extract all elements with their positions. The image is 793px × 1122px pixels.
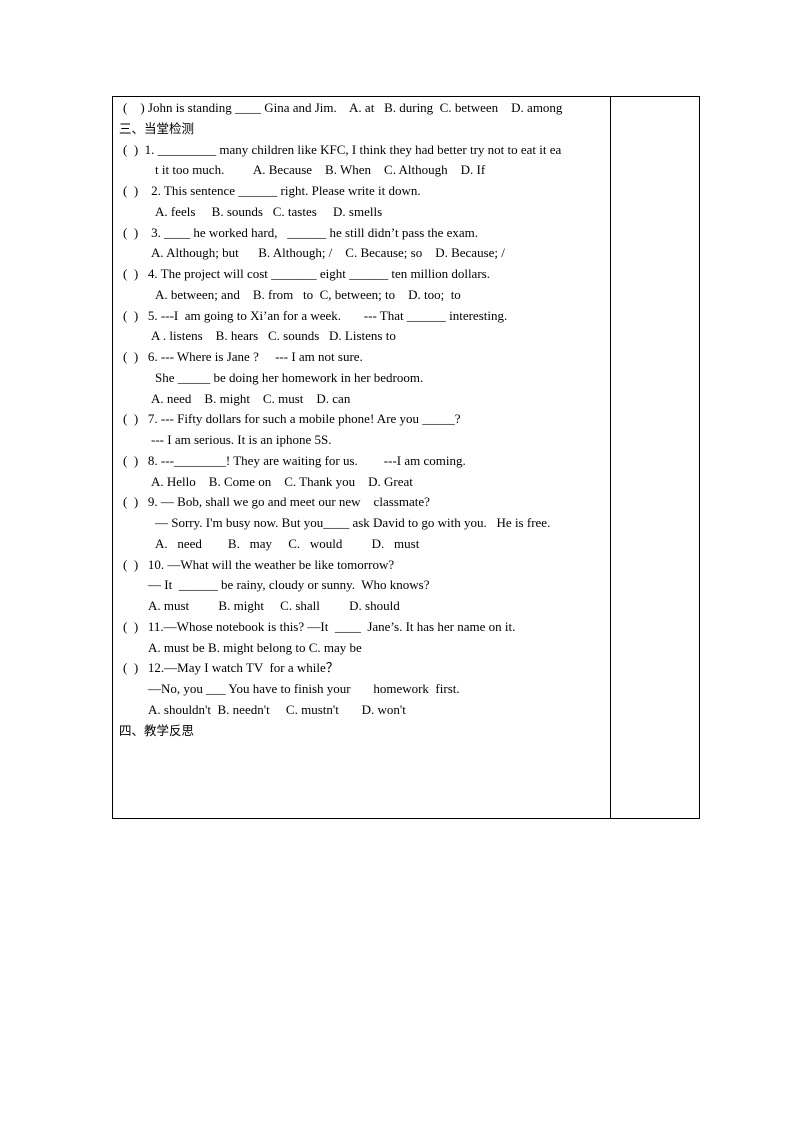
question-line: ( ) 9. — Bob, shall we go and meet our n… — [123, 494, 430, 510]
question-line: t it too much. A. Because B. When C. Alt… — [155, 162, 486, 178]
question-line: ( ) 6. --- Where is Jane ? --- I am not … — [123, 349, 363, 364]
question-line: ( ) 4. The project will cost _______ eig… — [123, 266, 490, 281]
notes-cell — [611, 97, 699, 818]
question-line: --- I am serious. It is an iphone 5S. — [151, 432, 332, 447]
question-line: ( ) John is standing ____ Gina and Jim. … — [123, 100, 563, 115]
question-line: ( ) 12.—May I watch TV for a while？ — [123, 660, 339, 676]
question-line: ( ) 2. This sentence ______ right. Pleas… — [123, 183, 421, 198]
question-line: ( ) 5. ---I am going to Xi’an for a week… — [123, 307, 508, 323]
question-line: A. Hello B. Come on C. Thank you D. Grea… — [151, 473, 413, 489]
question-line: ( ) 1. _________ many children like KFC,… — [123, 141, 562, 157]
question-line: A. must B. might C. shall D. should — [148, 598, 400, 613]
question-line: She _____ be doing her homework in her b… — [155, 369, 424, 385]
question-line: A . listens B. hears C. sounds D. Listen… — [151, 328, 396, 344]
question-line: — Sorry. I'm busy now. But you____ ask D… — [155, 515, 551, 530]
content-cell: ( ) John is standing ____ Gina and Jim. … — [113, 97, 610, 818]
question-line: A. must be B. might belong to C. may be — [148, 639, 362, 655]
section-heading: 四、教学反思 — [119, 722, 195, 738]
question-line: ( ) 11.—Whose notebook is this? —It ____… — [123, 618, 516, 634]
question-line: ( ) 10. —What will the weather be like t… — [123, 556, 395, 572]
question-line: ( ) 3. ____ he worked hard, ______ he st… — [123, 224, 479, 240]
question-line: A. feels B. sounds C. tastes D. smells — [155, 203, 383, 219]
question-line: A. need B. might C. must D. can — [151, 390, 351, 406]
question-line: A. between; and B. from to C, between; t… — [155, 286, 461, 302]
question-line: ( ) 7. --- Fifty dollars for such a mobi… — [123, 411, 461, 427]
question-line: A. need B. may C. would D. must — [155, 535, 420, 551]
question-line: A. Although; but B. Although; / C. Becau… — [151, 245, 505, 261]
question-line: ( ) 8. ---________! They are waiting for… — [123, 452, 466, 468]
question-line: A. shouldn't B. needn't C. mustn't D. wo… — [148, 701, 406, 717]
worksheet-table: ( ) John is standing ____ Gina and Jim. … — [112, 96, 700, 819]
question-line: —No, you ___ You have to finish your hom… — [148, 681, 460, 696]
question-line: — It ______ be rainy, cloudy or sunny. W… — [148, 577, 430, 593]
section-heading: 三、当堂检测 — [119, 120, 195, 136]
